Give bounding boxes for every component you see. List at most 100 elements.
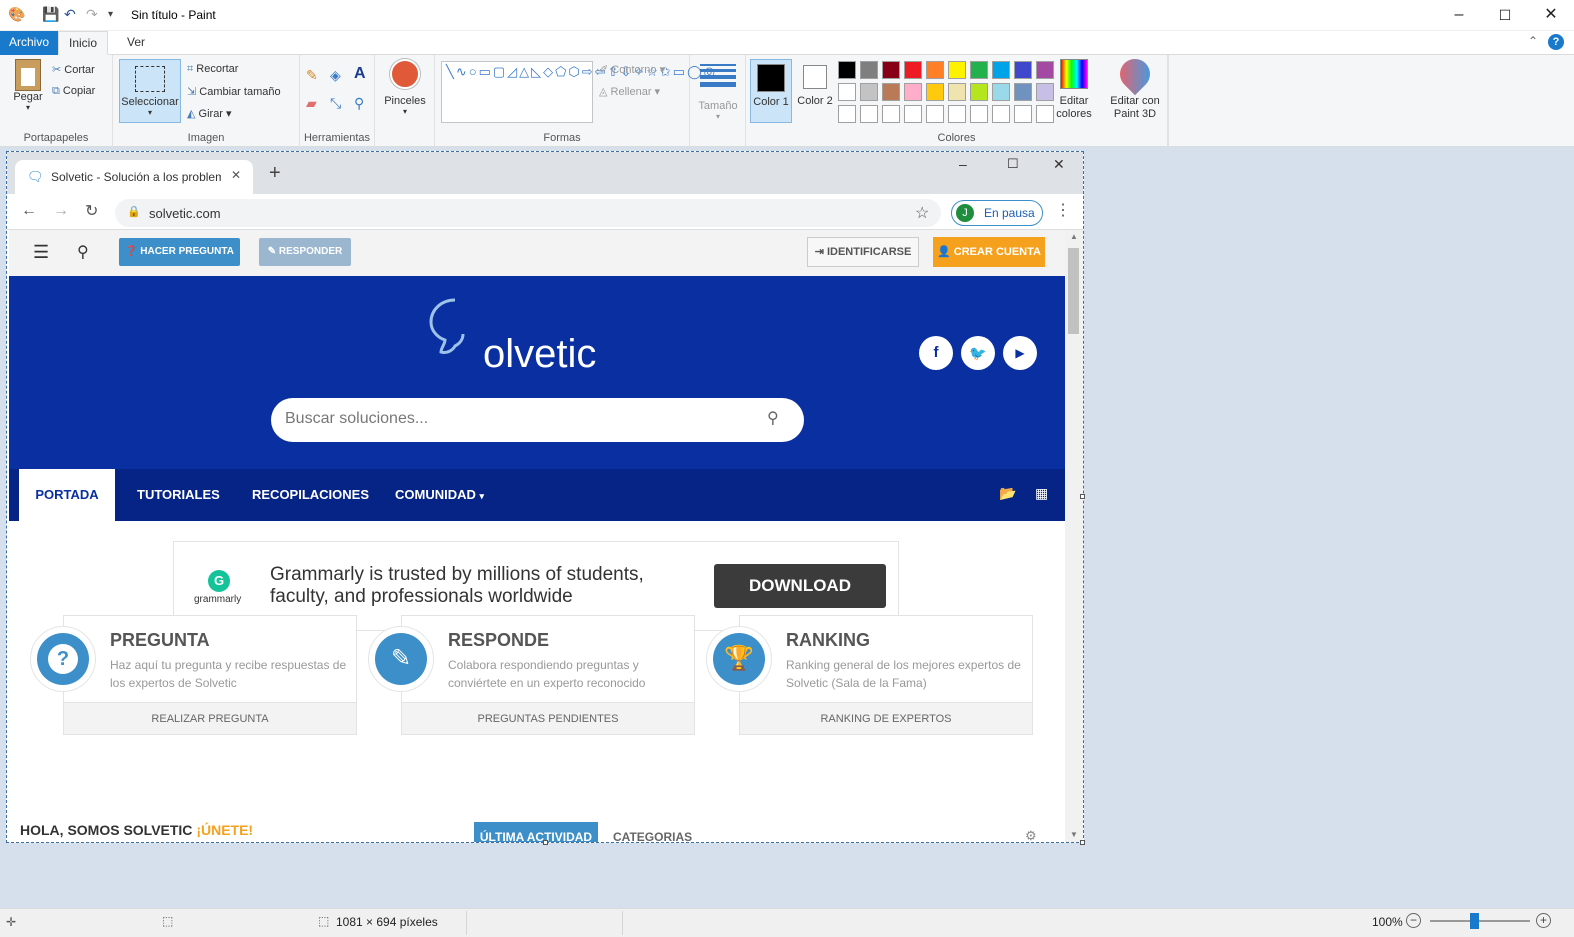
palette-swatch[interactable] bbox=[970, 61, 988, 79]
close-button[interactable]: ✕ bbox=[1528, 0, 1574, 31]
scroll-up-icon[interactable]: ▲ bbox=[1070, 232, 1078, 241]
site-search-icon[interactable]: ⚲ bbox=[77, 242, 89, 262]
card-action-button[interactable]: REALIZAR PREGUNTA bbox=[64, 702, 356, 734]
calendar-icon[interactable]: ▦ bbox=[1035, 485, 1048, 502]
cut-button[interactable]: ✂ Cortar bbox=[52, 63, 95, 76]
tab-latest-activity[interactable]: ÚLTIMA ACTIVIDAD bbox=[474, 822, 598, 842]
forward-icon[interactable]: → bbox=[53, 202, 69, 220]
custom-color-slot[interactable] bbox=[1014, 105, 1032, 123]
browser-scrollbar[interactable]: ▲ ▼ bbox=[1065, 230, 1083, 842]
settings-gear-icon[interactable]: ⚙ bbox=[1025, 828, 1037, 842]
nav-item-comunidad[interactable]: COMUNIDAD ▾ bbox=[395, 469, 484, 521]
help-icon[interactable]: ? bbox=[1548, 34, 1564, 50]
youtube-icon[interactable]: ▶ bbox=[1003, 336, 1037, 370]
minimize-button[interactable]: – bbox=[1436, 0, 1482, 31]
browser-maximize-icon[interactable]: ☐ bbox=[1007, 156, 1019, 172]
undo-icon[interactable]: ↶ bbox=[64, 6, 76, 23]
facebook-icon[interactable]: f bbox=[919, 336, 953, 370]
palette-swatch[interactable] bbox=[860, 61, 878, 79]
color2-button[interactable]: Color 2 bbox=[794, 59, 836, 123]
palette-swatch[interactable] bbox=[1036, 83, 1054, 101]
custom-color-slot[interactable] bbox=[882, 105, 900, 123]
browser-minimize-icon[interactable]: – bbox=[959, 156, 967, 172]
hamburger-menu-icon[interactable]: ☰ bbox=[33, 242, 49, 263]
custom-color-slot[interactable] bbox=[1036, 105, 1054, 123]
save-icon[interactable]: 💾 bbox=[42, 6, 59, 23]
outline-button[interactable]: ✐ Contorno ▾ bbox=[599, 63, 665, 76]
profile-button[interactable]: J En pausa bbox=[951, 200, 1043, 226]
palette-swatch[interactable] bbox=[1036, 61, 1054, 79]
palette-swatch[interactable] bbox=[992, 61, 1010, 79]
text-icon[interactable]: A bbox=[354, 65, 366, 83]
scrollbar-thumb[interactable] bbox=[1068, 248, 1079, 334]
ad-download-button[interactable]: DOWNLOAD bbox=[714, 564, 886, 608]
rotate-button[interactable]: ◭ Girar ▾ bbox=[187, 107, 232, 120]
nav-item-tutoriales[interactable]: TUTORIALES bbox=[137, 469, 220, 521]
paint-canvas[interactable]: 🗨 Solvetic - Solución a los problem ✕ + … bbox=[6, 151, 1084, 843]
palette-swatch[interactable] bbox=[948, 61, 966, 79]
palette-swatch[interactable] bbox=[882, 61, 900, 79]
search-submit-icon[interactable]: ⚲ bbox=[767, 408, 779, 428]
resize-button[interactable]: ⇲ Cambiar tamaño bbox=[187, 85, 281, 98]
browser-close-icon[interactable]: ✕ bbox=[1053, 156, 1065, 173]
paint3d-button[interactable]: Editar con Paint 3D bbox=[1102, 52, 1168, 121]
brushes-button[interactable]: Pinceles ▾ bbox=[383, 59, 427, 116]
tab-file[interactable]: Archivo bbox=[0, 31, 58, 55]
edit-colors-button[interactable]: Editar colores bbox=[1054, 59, 1094, 121]
zoom-slider[interactable] bbox=[1430, 920, 1530, 922]
nav-item-recopilaciones[interactable]: RECOPILACIONES bbox=[252, 469, 369, 521]
size-button[interactable]: Tamaño ▾ bbox=[698, 61, 738, 121]
palette-swatch[interactable] bbox=[882, 83, 900, 101]
palette-swatch[interactable] bbox=[926, 83, 944, 101]
customize-quick-access-icon[interactable]: ▾ bbox=[108, 9, 113, 20]
palette-swatch[interactable] bbox=[860, 83, 878, 101]
copy-button[interactable]: ⧉ Copiar bbox=[52, 85, 95, 98]
custom-color-slot[interactable] bbox=[860, 105, 878, 123]
custom-color-slot[interactable] bbox=[838, 105, 856, 123]
new-tab-icon[interactable]: + bbox=[269, 162, 281, 185]
tab-home[interactable]: Inicio bbox=[58, 31, 109, 55]
palette-swatch[interactable] bbox=[948, 83, 966, 101]
crop-button[interactable]: ⌗ Recortar bbox=[187, 63, 238, 76]
browser-tab[interactable]: 🗨 Solvetic - Solución a los problem ✕ bbox=[15, 160, 253, 194]
custom-color-slot[interactable] bbox=[904, 105, 922, 123]
palette-swatch[interactable] bbox=[904, 61, 922, 79]
ask-question-button[interactable]: ❓ HACER PREGUNTA bbox=[119, 238, 240, 266]
maximize-button[interactable]: ☐ bbox=[1482, 0, 1528, 31]
tab-view[interactable]: Ver bbox=[117, 31, 155, 55]
login-button[interactable]: ⇥ IDENTIFICARSE bbox=[807, 237, 919, 267]
pencil-icon[interactable]: ✎ bbox=[306, 67, 318, 84]
resize-handle-right[interactable] bbox=[1080, 494, 1085, 499]
address-bar[interactable]: 🔒 solvetic.com ☆ bbox=[115, 199, 941, 227]
tab-close-icon[interactable]: ✕ bbox=[231, 168, 241, 182]
resize-handle-bottom[interactable] bbox=[543, 840, 548, 845]
palette-swatch[interactable] bbox=[838, 61, 856, 79]
palette-swatch[interactable] bbox=[992, 83, 1010, 101]
fill-button[interactable]: ◬ Rellenar ▾ bbox=[599, 85, 660, 98]
color1-button[interactable]: Color 1 bbox=[750, 59, 792, 123]
color-picker-icon[interactable]: ⤡ bbox=[330, 95, 341, 112]
zoom-out-icon[interactable]: − bbox=[1406, 913, 1421, 928]
card-action-button[interactable]: RANKING DE EXPERTOS bbox=[740, 702, 1032, 734]
join-link[interactable]: ¡ÚNETE! bbox=[196, 822, 253, 838]
redo-icon[interactable]: ↷ bbox=[86, 6, 98, 23]
eraser-icon[interactable]: ▰ bbox=[306, 95, 317, 112]
custom-color-slot[interactable] bbox=[926, 105, 944, 123]
palette-swatch[interactable] bbox=[970, 83, 988, 101]
palette-swatch[interactable] bbox=[838, 83, 856, 101]
scroll-down-icon[interactable]: ▼ bbox=[1070, 830, 1078, 839]
back-icon[interactable]: ← bbox=[21, 202, 37, 220]
palette-swatch[interactable] bbox=[904, 83, 922, 101]
custom-color-slot[interactable] bbox=[970, 105, 988, 123]
collapse-ribbon-icon[interactable]: ⌃ bbox=[1528, 34, 1538, 48]
browser-menu-icon[interactable]: ⋮ bbox=[1055, 200, 1071, 220]
fill-bucket-icon[interactable]: ◈ bbox=[330, 67, 341, 84]
paste-button[interactable]: Pegar ▾ bbox=[10, 59, 46, 112]
magnifier-icon[interactable]: ⚲ bbox=[354, 95, 364, 112]
answer-button[interactable]: ✎ RESPONDER bbox=[259, 238, 351, 266]
palette-swatch[interactable] bbox=[1014, 61, 1032, 79]
twitter-icon[interactable]: 🐦 bbox=[961, 336, 995, 370]
palette-swatch[interactable] bbox=[926, 61, 944, 79]
custom-color-slot[interactable] bbox=[992, 105, 1010, 123]
zoom-slider-thumb[interactable] bbox=[1470, 913, 1479, 929]
